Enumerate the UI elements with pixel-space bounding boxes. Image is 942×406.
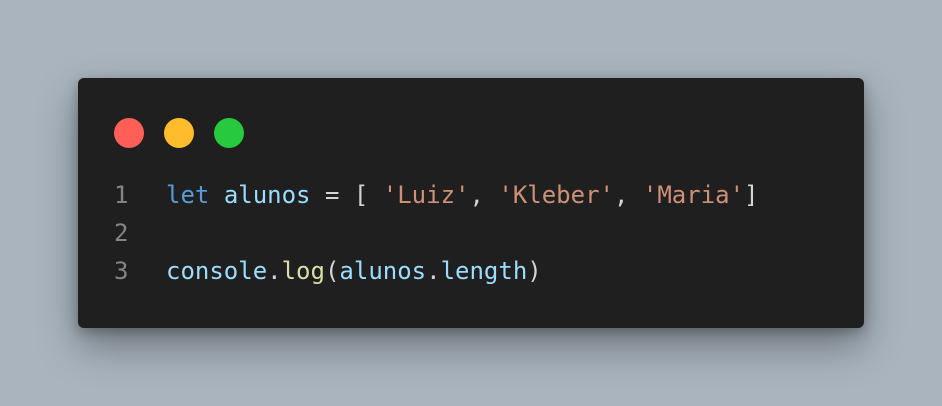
code-token-punct: ) bbox=[527, 257, 542, 285]
code-token-string: 'Maria' bbox=[642, 181, 745, 209]
line-content: let alunos = [ 'Luiz', 'Kleber', 'Maria'… bbox=[166, 176, 758, 214]
code-line: 1 let alunos = [ 'Luiz', 'Kleber', 'Mari… bbox=[78, 176, 864, 214]
code-token-punct bbox=[209, 181, 223, 209]
code-token-string: 'Luiz' bbox=[382, 181, 470, 209]
close-dot-icon bbox=[114, 118, 144, 148]
code-token-variable: console bbox=[166, 257, 268, 285]
code-token-punct: , bbox=[469, 181, 499, 209]
code-window: 1 let alunos = [ 'Luiz', 'Kleber', 'Mari… bbox=[78, 78, 864, 328]
code-line: 3 console.log(alunos.length) bbox=[78, 252, 864, 290]
code-area: 1 let alunos = [ 'Luiz', 'Kleber', 'Mari… bbox=[78, 176, 864, 290]
line-content: console.log(alunos.length) bbox=[166, 252, 542, 290]
code-token-variable: alunos bbox=[339, 257, 427, 285]
code-token-punct: , bbox=[613, 181, 643, 209]
code-token-punct: ] bbox=[744, 181, 759, 209]
window-controls bbox=[114, 118, 244, 148]
code-token-punct: . bbox=[267, 257, 282, 285]
code-token-variable: length bbox=[440, 257, 528, 285]
code-token-punct: ( bbox=[324, 257, 340, 285]
code-token-variable: alunos bbox=[223, 181, 311, 209]
maximize-dot-icon bbox=[214, 118, 244, 148]
line-number: 1 bbox=[114, 181, 129, 209]
code-line: 2 bbox=[78, 214, 864, 252]
code-token-keyword: let bbox=[166, 181, 210, 209]
code-token-punct: = [ bbox=[310, 181, 383, 209]
line-number: 3 bbox=[114, 257, 129, 285]
code-token-punct: . bbox=[426, 257, 441, 285]
code-token-string: 'Kleber' bbox=[498, 181, 614, 209]
line-number: 2 bbox=[114, 219, 129, 247]
minimize-dot-icon bbox=[164, 118, 194, 148]
code-token-function: log bbox=[281, 257, 325, 285]
